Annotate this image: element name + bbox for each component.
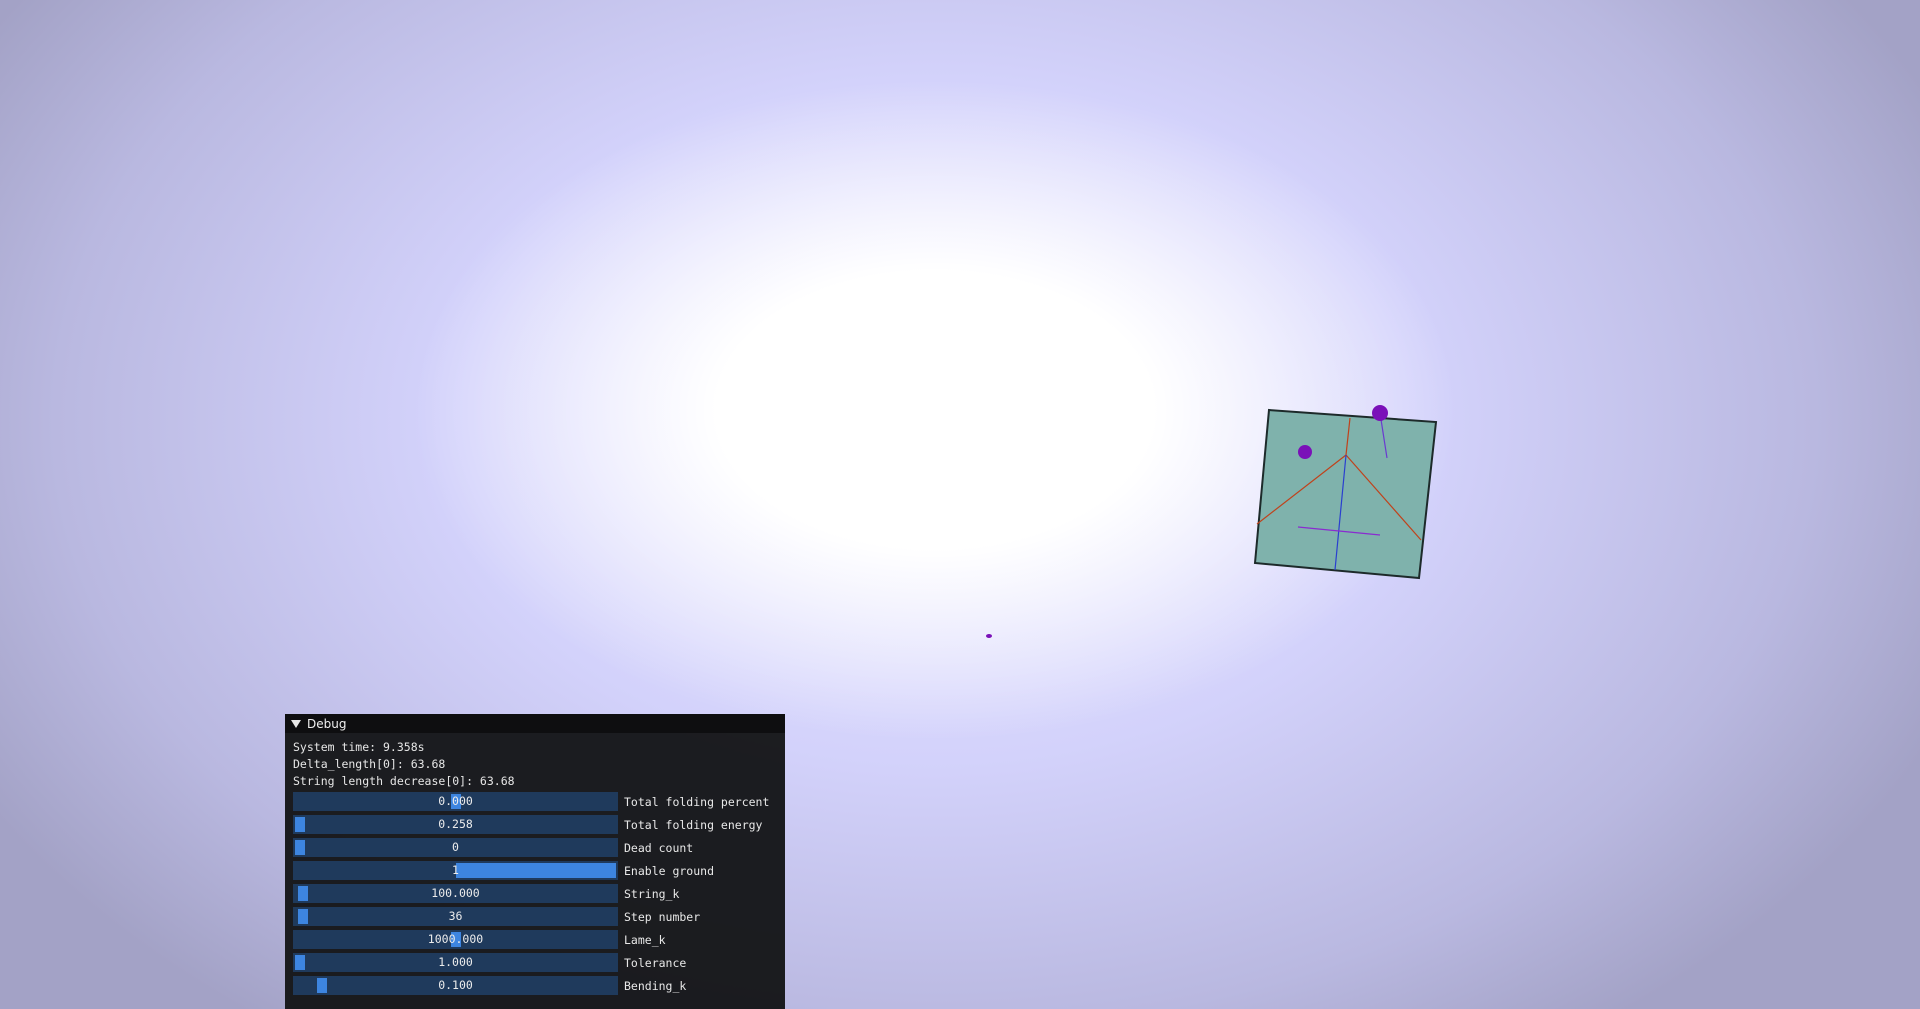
slider-row-string-k: 100.000 String_k: [293, 882, 777, 905]
slider-value: 100.000: [431, 886, 480, 900]
slider-value: 1.000: [438, 955, 473, 969]
slider-label: Bending_k: [624, 978, 687, 993]
slider-label: String_k: [624, 886, 680, 901]
slider-value: 36: [448, 909, 463, 923]
slider-label: Step number: [624, 909, 701, 924]
string-k-slider[interactable]: 100.000: [293, 884, 618, 903]
vertex-sphere-1: [1298, 445, 1312, 459]
delta-length-text: Delta_length[0]: 63.68: [293, 757, 446, 771]
vertex-sphere-2: [1372, 405, 1388, 421]
debug-window[interactable]: Debug System time: 9.358s Delta_length[0…: [285, 714, 785, 1009]
lame-k-slider[interactable]: 1000.000: [293, 930, 618, 949]
dead-count-slider[interactable]: 0: [293, 838, 618, 857]
slider-label: Dead count: [624, 840, 694, 855]
floating-point: [986, 634, 992, 638]
slider-label: Total folding percent: [624, 794, 770, 809]
total-folding-energy-slider[interactable]: 0.258: [293, 815, 618, 834]
total-folding-percent-slider[interactable]: 0.000: [293, 792, 618, 811]
step-number-slider[interactable]: 36: [293, 907, 618, 926]
slider-row-tolerance: 1.000 Tolerance: [293, 951, 777, 974]
slider-value: 1000.000: [427, 932, 484, 946]
tolerance-slider[interactable]: 1.000: [293, 953, 618, 972]
slider-row-enable-ground: 1 Enable ground: [293, 859, 777, 882]
string-length-decrease-text: String length decrease[0]: 63.68: [293, 774, 515, 788]
slider-row-dead-count: 0 Dead count: [293, 836, 777, 859]
slider-value: 0.100: [438, 978, 473, 992]
slider-row-bending-k: 0.100 Bending_k: [293, 974, 777, 997]
slider-label: Enable ground: [624, 863, 715, 878]
slider-value: 1: [452, 863, 459, 877]
slider-row-lame-k: 1000.000 Lame_k: [293, 928, 777, 951]
debug-titlebar[interactable]: Debug: [285, 714, 785, 733]
slider-label: Total folding energy: [624, 817, 763, 832]
slider-label: Lame_k: [624, 932, 666, 947]
collapse-arrow-icon[interactable]: [291, 719, 301, 728]
slider-row-total-folding-energy: 0.258 Total folding energy: [293, 813, 777, 836]
cloth-sheet: [1253, 408, 1438, 580]
debug-body: System time: 9.358s Delta_length[0]: 63.…: [285, 733, 785, 997]
slider-value: 0.258: [438, 817, 473, 831]
slider-row-step-number: 36 Step number: [293, 905, 777, 928]
system-time-text: System time: 9.358s: [293, 740, 425, 754]
slider-value: 0: [452, 840, 459, 854]
slider-label: Tolerance: [624, 955, 687, 970]
slider-row-total-folding-percent: 0.000 Total folding percent: [293, 790, 777, 813]
slider-value: 0.000: [438, 794, 473, 808]
bending-k-slider[interactable]: 0.100: [293, 976, 618, 995]
enable-ground-slider[interactable]: 1: [293, 861, 618, 880]
debug-title: Debug: [307, 716, 347, 731]
